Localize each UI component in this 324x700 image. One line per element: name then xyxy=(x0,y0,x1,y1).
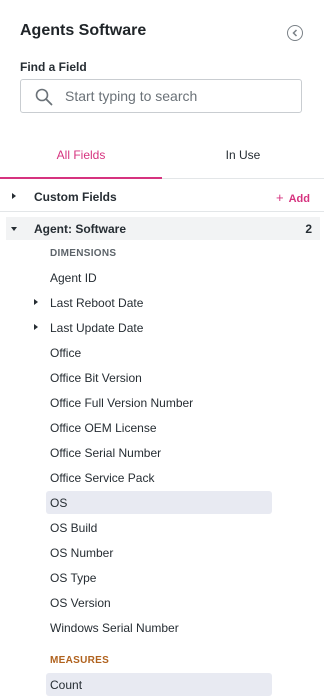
field-label: OS Build xyxy=(50,521,98,535)
field-office-oem-license[interactable]: Office OEM License xyxy=(46,416,272,439)
field-agent-id[interactable]: Agent ID xyxy=(46,266,272,289)
field-os-type[interactable]: OS Type xyxy=(46,566,272,589)
field-label: Last Reboot Date xyxy=(50,296,144,310)
field-os-build[interactable]: OS Build xyxy=(46,516,272,539)
field-windows-serial-number[interactable]: Windows Serial Number xyxy=(46,616,272,639)
field-label: Office OEM License xyxy=(50,421,157,435)
dimensions-heading: DIMENSIONS xyxy=(50,248,117,259)
field-label: OS Type xyxy=(50,571,97,585)
field-label: Office xyxy=(50,346,82,360)
search-label: Find a Field xyxy=(20,60,87,74)
field-count[interactable]: Count xyxy=(46,673,272,696)
field-office-service-pack[interactable]: Office Service Pack xyxy=(46,466,272,489)
custom-fields-row[interactable]: Custom Fields + Add xyxy=(0,184,324,209)
field-os-version[interactable]: OS Version xyxy=(46,591,272,614)
panel-title: Agents Software xyxy=(20,22,147,39)
search-box xyxy=(20,79,302,113)
field-label: Count xyxy=(50,678,83,692)
field-label: Office Serial Number xyxy=(50,446,162,460)
section-divider xyxy=(0,211,324,212)
field-office[interactable]: Office xyxy=(46,341,272,364)
field-label: OS Number xyxy=(50,546,114,560)
field-tabs: All Fields In Use xyxy=(0,138,324,178)
group-header-agent-software[interactable]: Agent: Software 2 xyxy=(6,217,320,240)
field-office-bit-version[interactable]: Office Bit Version xyxy=(46,366,272,389)
add-custom-field-button[interactable]: + Add xyxy=(276,190,310,205)
field-label: Office Service Pack xyxy=(50,471,155,485)
field-office-full-version-number[interactable]: Office Full Version Number xyxy=(46,391,272,414)
field-label: OS Version xyxy=(50,596,111,610)
field-office-serial-number[interactable]: Office Serial Number xyxy=(46,441,272,464)
field-os-number[interactable]: OS Number xyxy=(46,541,272,564)
group-count-badge: 2 xyxy=(305,222,312,236)
measures-heading: MEASURES xyxy=(50,655,110,666)
caret-right-icon[interactable] xyxy=(34,299,38,305)
chevron-left-icon xyxy=(292,29,298,37)
field-last-update-date[interactable]: Last Update Date xyxy=(34,316,272,339)
field-label: Office Bit Version xyxy=(50,371,142,385)
field-label: OS xyxy=(50,496,68,510)
field-label: Last Update Date xyxy=(50,321,144,335)
search-input[interactable] xyxy=(65,80,291,112)
field-label: Office Full Version Number xyxy=(50,396,194,410)
add-label: Add xyxy=(288,193,310,205)
collapse-panel-button[interactable] xyxy=(287,25,303,41)
field-picker-panel: Agents Software Find a Field All Fields … xyxy=(0,0,324,700)
tab-all-fields[interactable]: All Fields xyxy=(0,138,162,178)
field-label: Windows Serial Number xyxy=(50,621,179,635)
field-last-reboot-date[interactable]: Last Reboot Date xyxy=(34,291,272,314)
active-tab-underline xyxy=(0,177,162,179)
tab-in-use[interactable]: In Use xyxy=(162,138,324,178)
caret-right-icon xyxy=(12,193,16,199)
search-icon xyxy=(35,88,53,106)
caret-down-icon xyxy=(11,227,17,231)
group-label: Agent: Software xyxy=(34,222,127,236)
custom-fields-label: Custom Fields xyxy=(34,190,117,204)
field-label: Agent ID xyxy=(50,271,97,285)
plus-icon: + xyxy=(276,190,284,205)
field-os[interactable]: OS xyxy=(46,491,272,514)
caret-right-icon[interactable] xyxy=(34,324,38,330)
